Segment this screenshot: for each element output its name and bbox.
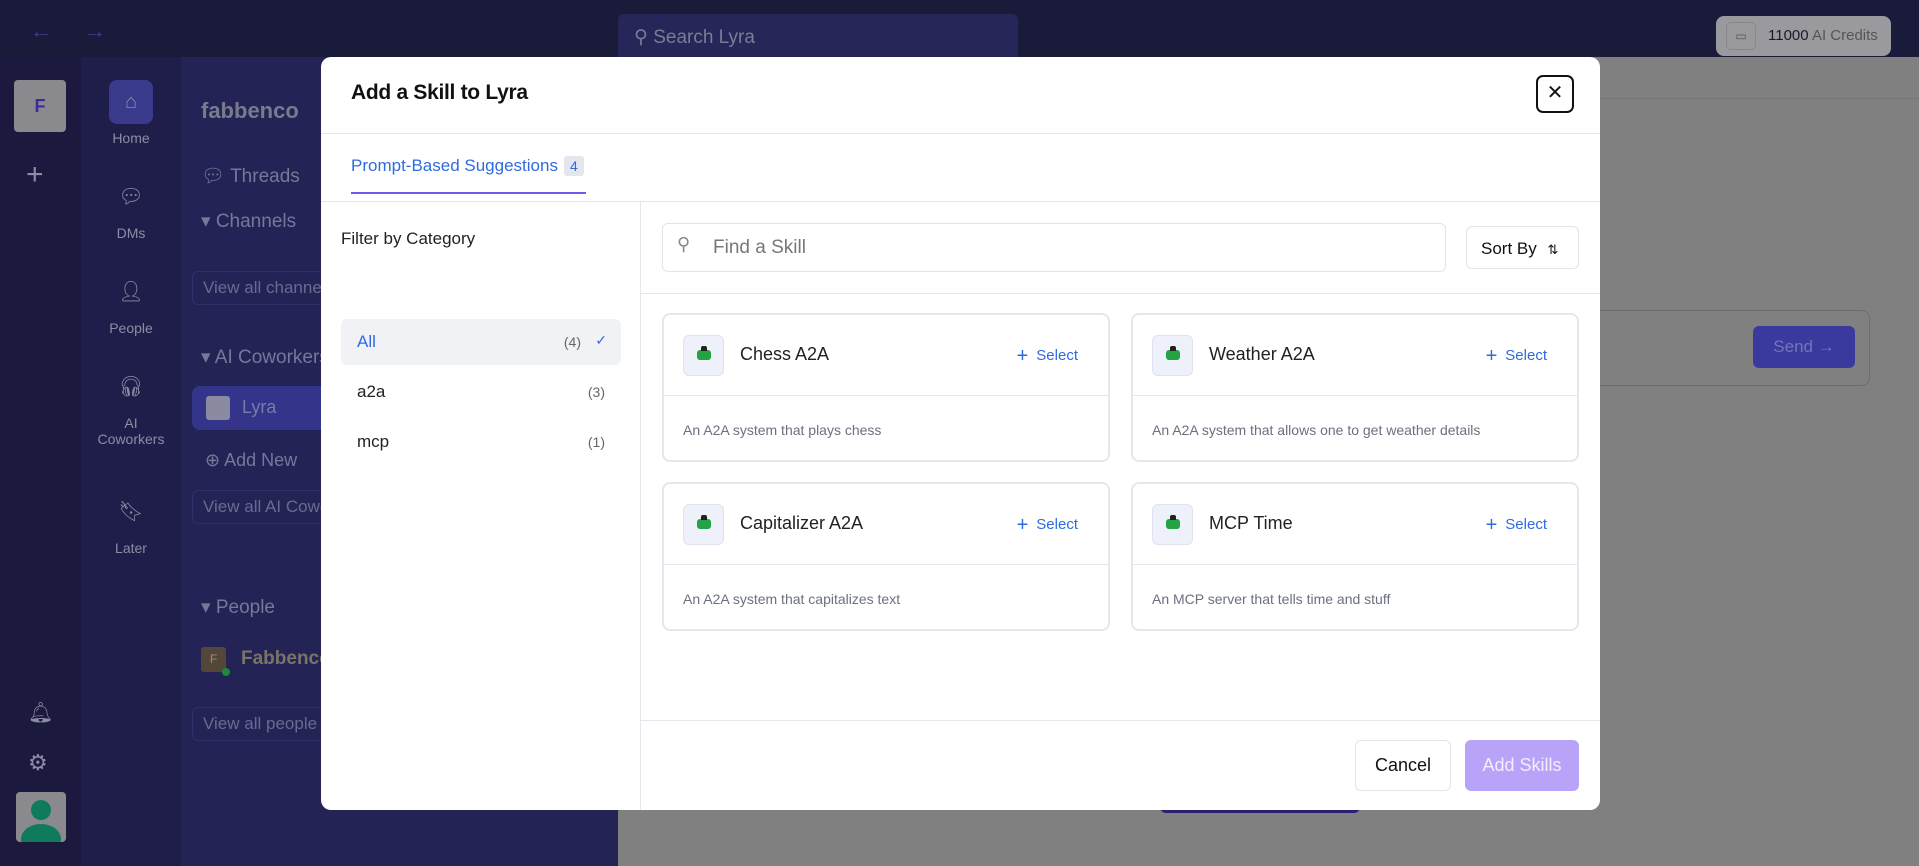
robot-icon xyxy=(683,504,724,545)
settings-gear-icon[interactable]: ⚙ xyxy=(28,750,48,776)
workspace-name[interactable]: fabbenco xyxy=(201,98,299,124)
send-button[interactable]: Send → xyxy=(1753,326,1855,368)
chat-icon: 💬︎ xyxy=(118,186,144,208)
category-count: (4) xyxy=(563,334,581,350)
category-filter-panel: Filter by Category All (4) ✓ a2a (3) mcp (1) xyxy=(321,202,641,810)
person-icon: 👤︎ xyxy=(118,281,144,303)
category-mcp[interactable]: mcp (1) xyxy=(341,419,621,465)
category-count: (3) xyxy=(587,384,605,400)
rail-item-later[interactable]: 🔖︎ Later xyxy=(81,490,181,556)
skill-description: An A2A system that plays chess xyxy=(683,422,882,438)
select-label: Select xyxy=(1505,516,1547,533)
workspace-avatar[interactable]: F xyxy=(14,80,66,132)
ai-coworkers-label: AI Coworkers xyxy=(214,347,329,368)
rail-label: AI Coworkers xyxy=(97,415,165,447)
skill-name: Capitalizer A2A xyxy=(740,513,864,533)
category-label: All xyxy=(357,332,376,351)
rail-label: Home xyxy=(112,130,150,146)
select-button[interactable]: + Select xyxy=(1486,345,1547,368)
divider xyxy=(641,720,1600,721)
search-icon: ⚲ xyxy=(634,27,648,48)
rail-label: Later xyxy=(115,540,147,556)
select-label: Select xyxy=(1505,347,1547,364)
rail-item-ai-coworkers[interactable]: 🎧︎ AI Coworkers xyxy=(81,365,181,447)
threads-link[interactable]: 💬︎ Threads xyxy=(201,164,300,188)
home-icon: ⌂ xyxy=(109,80,153,124)
lyra-label: Lyra xyxy=(242,397,277,417)
select-button[interactable]: + Select xyxy=(1486,514,1547,537)
select-label: Select xyxy=(1036,516,1078,533)
bookmark-icon: 🔖︎ xyxy=(118,501,144,523)
skill-card: Capitalizer A2A + Select An A2A system that… xyxy=(662,482,1110,631)
category-a2a[interactable]: a2a (3) xyxy=(341,369,621,415)
add-new-label: Add New xyxy=(224,450,298,470)
skill-card: Chess A2A + Select An A2A system that plays… xyxy=(662,313,1110,462)
people-section[interactable]: ▾ People xyxy=(201,596,275,619)
divider xyxy=(641,293,1600,294)
skill-description: An MCP server that tells time and stuff xyxy=(1152,591,1391,607)
forward-arrow-icon[interactable]: → xyxy=(84,18,106,44)
tab-label: Prompt-Based Suggestions xyxy=(351,156,558,175)
people-label: People xyxy=(215,597,275,618)
robot-icon xyxy=(1152,504,1193,545)
bell-icon[interactable]: 🔔︎ xyxy=(28,700,53,725)
skill-name: Weather A2A xyxy=(1209,344,1315,364)
add-workspace-icon[interactable]: + xyxy=(26,158,44,192)
channels-label: Channels xyxy=(215,211,297,232)
tab-count-badge: 4 xyxy=(563,156,584,176)
skill-description: An A2A system that capitalizes text xyxy=(683,591,901,607)
rail-label: People xyxy=(109,320,153,336)
send-label: Send xyxy=(1773,337,1813,356)
sort-label: Sort By xyxy=(1481,239,1537,258)
skill-name: Chess A2A xyxy=(740,344,830,364)
select-button[interactable]: + Select xyxy=(1017,345,1078,368)
skill-card: MCP Time + Select An MCP server that tells … xyxy=(1131,482,1579,631)
credits-amount: 11000 xyxy=(1768,27,1809,44)
online-status-dot xyxy=(222,668,230,676)
search-icon: ⚲ xyxy=(677,234,691,254)
cancel-button[interactable]: Cancel xyxy=(1355,740,1451,791)
credits-badge[interactable]: ▭ 11000 AI Credits xyxy=(1716,16,1891,56)
back-arrow-icon[interactable]: ← xyxy=(30,18,52,44)
select-label: Select xyxy=(1036,347,1078,364)
money-icon: ▭ xyxy=(1726,22,1756,50)
sort-by-button[interactable]: Sort By ⇅ xyxy=(1466,226,1579,269)
select-button[interactable]: + Select xyxy=(1017,514,1078,537)
rail-item-dms[interactable]: 💬︎ DMs xyxy=(81,175,181,241)
global-search[interactable]: ⚲ Search Lyra xyxy=(618,14,1018,57)
add-skill-modal: Add a Skill to Lyra ✕ Prompt-Based Sugge… xyxy=(321,57,1600,810)
skill-description: An A2A system that allows one to get wea… xyxy=(1152,422,1481,438)
category-count: (1) xyxy=(587,434,605,450)
lyra-avatar xyxy=(206,396,230,420)
modal-title: Add a Skill to Lyra xyxy=(351,81,528,104)
credits-label: AI Credits xyxy=(1811,27,1878,44)
channels-section[interactable]: ▾ Channels xyxy=(201,210,296,233)
person-name[interactable]: Fabbenco xyxy=(241,648,331,670)
divider xyxy=(321,133,1600,134)
rail-item-people[interactable]: 👤︎ People xyxy=(81,270,181,336)
add-skills-button[interactable]: Add Skills xyxy=(1465,740,1579,791)
ai-coworkers-section[interactable]: ▾ AI Coworkers xyxy=(201,346,329,369)
rail-item-home[interactable]: ⌂ Home xyxy=(81,80,181,146)
find-skill-input[interactable]: Find a Skill xyxy=(662,223,1446,272)
category-label: a2a xyxy=(357,382,386,401)
threads-label: Threads xyxy=(230,166,300,187)
robot-icon xyxy=(683,335,724,376)
add-new-button[interactable]: ⊕ Add New xyxy=(205,450,297,471)
headset-icon: 🎧︎ xyxy=(118,376,144,398)
rail-label: DMs xyxy=(116,225,146,241)
category-label: mcp xyxy=(357,432,390,451)
filter-heading: Filter by Category xyxy=(341,229,476,248)
close-icon[interactable]: ✕ xyxy=(1536,75,1574,113)
tab-prompt-based-suggestions[interactable]: Prompt-Based Suggestions 4 xyxy=(351,150,586,194)
user-avatar[interactable] xyxy=(16,792,66,842)
category-all[interactable]: All (4) ✓ xyxy=(341,319,621,365)
skill-name: MCP Time xyxy=(1209,513,1293,533)
sort-arrows-icon: ⇅ xyxy=(1547,242,1559,257)
skill-card: Weather A2A + Select An A2A system that all… xyxy=(1131,313,1579,462)
check-icon: ✓ xyxy=(595,332,607,348)
search-placeholder: Search Lyra xyxy=(653,27,755,48)
robot-icon xyxy=(1152,335,1193,376)
